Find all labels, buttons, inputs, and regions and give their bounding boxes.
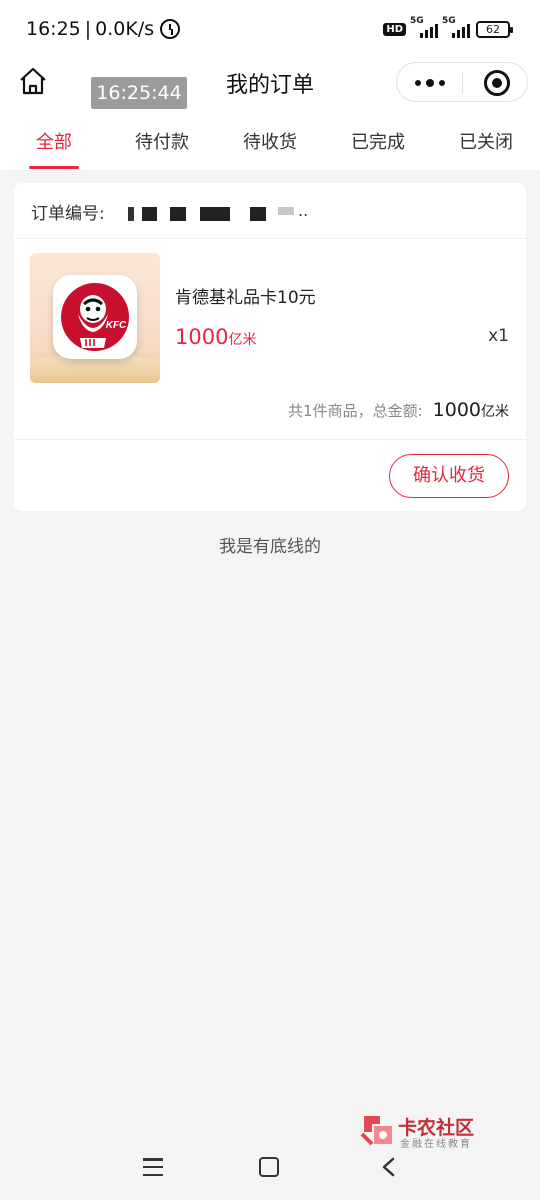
signal-icon-2: 5G [442,16,470,38]
order-tabs: 全部 待付款 待收货 已完成 已关闭 [0,118,540,170]
status-time: 16:25 [26,18,81,40]
total-value: 1000 [432,399,481,421]
summary-label: 共1件商品，总金额: [288,402,423,420]
order-number-row: 订单编号: .. [14,183,526,239]
page-header: 我的订单 16:25:44 [0,62,540,118]
time-overlay: 16:25:44 [91,77,187,109]
signal-1-label: 5G [410,15,424,26]
more-icon[interactable] [415,79,445,87]
total-amount: 1000亿米 [433,399,509,421]
close-mini-program-icon[interactable] [484,70,510,96]
tab-pending-receipt[interactable]: 待收货 [216,118,324,170]
kfc-app-tile: KFC [53,275,137,359]
mini-program-capsule [396,62,528,102]
tab-pending-payment[interactable]: 待付款 [108,118,216,170]
status-bar: 16:25 | 0.0K/s HD 5G 5G 62 [0,0,540,62]
tab-all[interactable]: 全部 [0,118,108,170]
order-number-redacted: .. [118,201,313,223]
total-unit: 亿米 [481,404,509,420]
signal-icon-1: 5G [410,16,438,38]
kfc-logo-text: KFC [106,320,127,331]
card-divider [14,439,526,440]
hd-voice-icon: HD [383,23,406,36]
signal-2-label: 5G [442,15,456,26]
battery-icon: 62 [476,21,513,38]
kfc-logo-icon: KFC [61,283,129,351]
back-icon[interactable] [379,1157,399,1177]
confirm-receipt-button[interactable]: 确认收货 [389,454,509,498]
product-name[interactable]: 肯德基礼品卡10元 [175,283,316,308]
status-right: HD 5G 5G 62 [383,16,513,38]
pedestal [30,355,160,383]
status-left: 16:25 | 0.0K/s [26,18,181,40]
end-of-list-text: 我是有底线的 [219,537,321,557]
product-image[interactable]: KFC [30,253,160,383]
order-number-label: 订单编号: [31,204,105,224]
menu-icon[interactable] [143,1158,163,1176]
order-number-ellipsis: .. [298,201,309,220]
network-speed: 0.0K/s [95,18,155,40]
product-price-value: 1000 [175,325,229,349]
status-separator: | [84,18,92,40]
capsule-divider [462,72,463,94]
system-navigation-bar [0,1140,540,1200]
tab-closed[interactable]: 已关闭 [432,118,540,170]
tab-completed[interactable]: 已完成 [324,118,432,170]
order-card[interactable]: 订单编号: .. KFC 肯德基礼品卡10元 1000亿米 x1 共1件商品，总… [14,183,526,511]
home-square-icon[interactable] [259,1157,279,1177]
product-price-unit: 亿米 [228,332,257,348]
alarm-icon [160,19,181,39]
order-summary: 共1件商品，总金额: 1000亿米 [288,399,509,421]
product-quantity: x1 [488,326,509,346]
product-price: 1000亿米 [175,325,256,349]
